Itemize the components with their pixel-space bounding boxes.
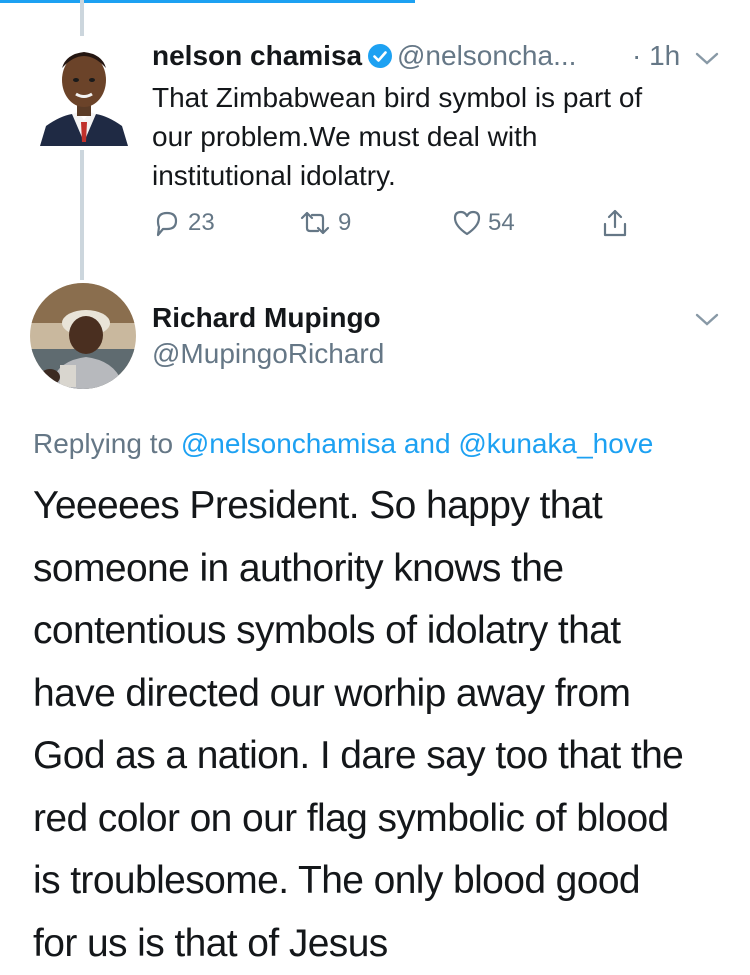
like-button[interactable]: 54 [452, 208, 515, 238]
reply-author-handle[interactable]: @MupingoRichard [152, 338, 384, 370]
reply-text-line: is troublesome. The only blood good [33, 850, 733, 913]
replying-user-link[interactable]: @nelsonchamisa [181, 428, 396, 459]
tweet-text: That Zimbabwean bird symbol is part of o… [152, 78, 712, 195]
thread-line-top [80, 0, 84, 36]
replying-prefix: Replying to [33, 428, 173, 459]
share-button[interactable] [600, 207, 630, 239]
chevron-down-icon[interactable] [694, 51, 720, 67]
author-name[interactable]: nelson chamisa [152, 40, 362, 71]
reply-text-line: God as a nation. I dare say too that the [33, 725, 733, 788]
tweet-text-line: That Zimbabwean bird symbol is part of [152, 78, 712, 117]
replying-and: and [404, 428, 451, 459]
like-count: 54 [488, 209, 515, 237]
reply-author-name[interactable]: Richard Mupingo [152, 302, 381, 334]
reply-text-line: for us is that of Jesus [33, 913, 733, 975]
progress-bar [0, 0, 415, 3]
author-handle[interactable]: @nelsoncha... [397, 40, 576, 71]
reply-text-line: red color on our flag symbolic of blood [33, 788, 733, 851]
verified-badge-icon [367, 43, 393, 69]
reply-text: Yeeeees President. So happy that someone… [33, 475, 733, 975]
tweet-header: nelson chamisa @nelsoncha... [152, 40, 576, 72]
reply-icon [152, 208, 182, 238]
retweet-icon [298, 208, 332, 238]
tweet-time[interactable]: · 1h [632, 40, 680, 72]
reply-text-line: have directed our worhip away from [33, 663, 733, 726]
replying-user-link[interactable]: @kunaka_hove [458, 428, 653, 459]
author-avatar[interactable] [40, 42, 128, 146]
reply-button[interactable]: 23 [152, 208, 215, 238]
share-icon [600, 207, 630, 239]
reply-text-line: contentious symbols of idolatry that [33, 600, 733, 663]
retweet-count: 9 [338, 209, 351, 237]
chevron-down-icon[interactable] [694, 312, 720, 328]
like-icon [452, 208, 482, 238]
tweet-text-line: our problem.We must deal with [152, 117, 712, 156]
reply-text-line: Yeeeees President. So happy that [33, 475, 733, 538]
thread-line [80, 150, 84, 280]
reply-author-avatar[interactable] [30, 283, 136, 389]
replying-to: Replying to @nelsonchamisa and @kunaka_h… [33, 428, 653, 460]
retweet-button[interactable]: 9 [298, 208, 351, 238]
reply-text-line: someone in authority knows the [33, 538, 733, 601]
tweet-text-line: institutional idolatry. [152, 156, 712, 195]
reply-count: 23 [188, 209, 215, 237]
